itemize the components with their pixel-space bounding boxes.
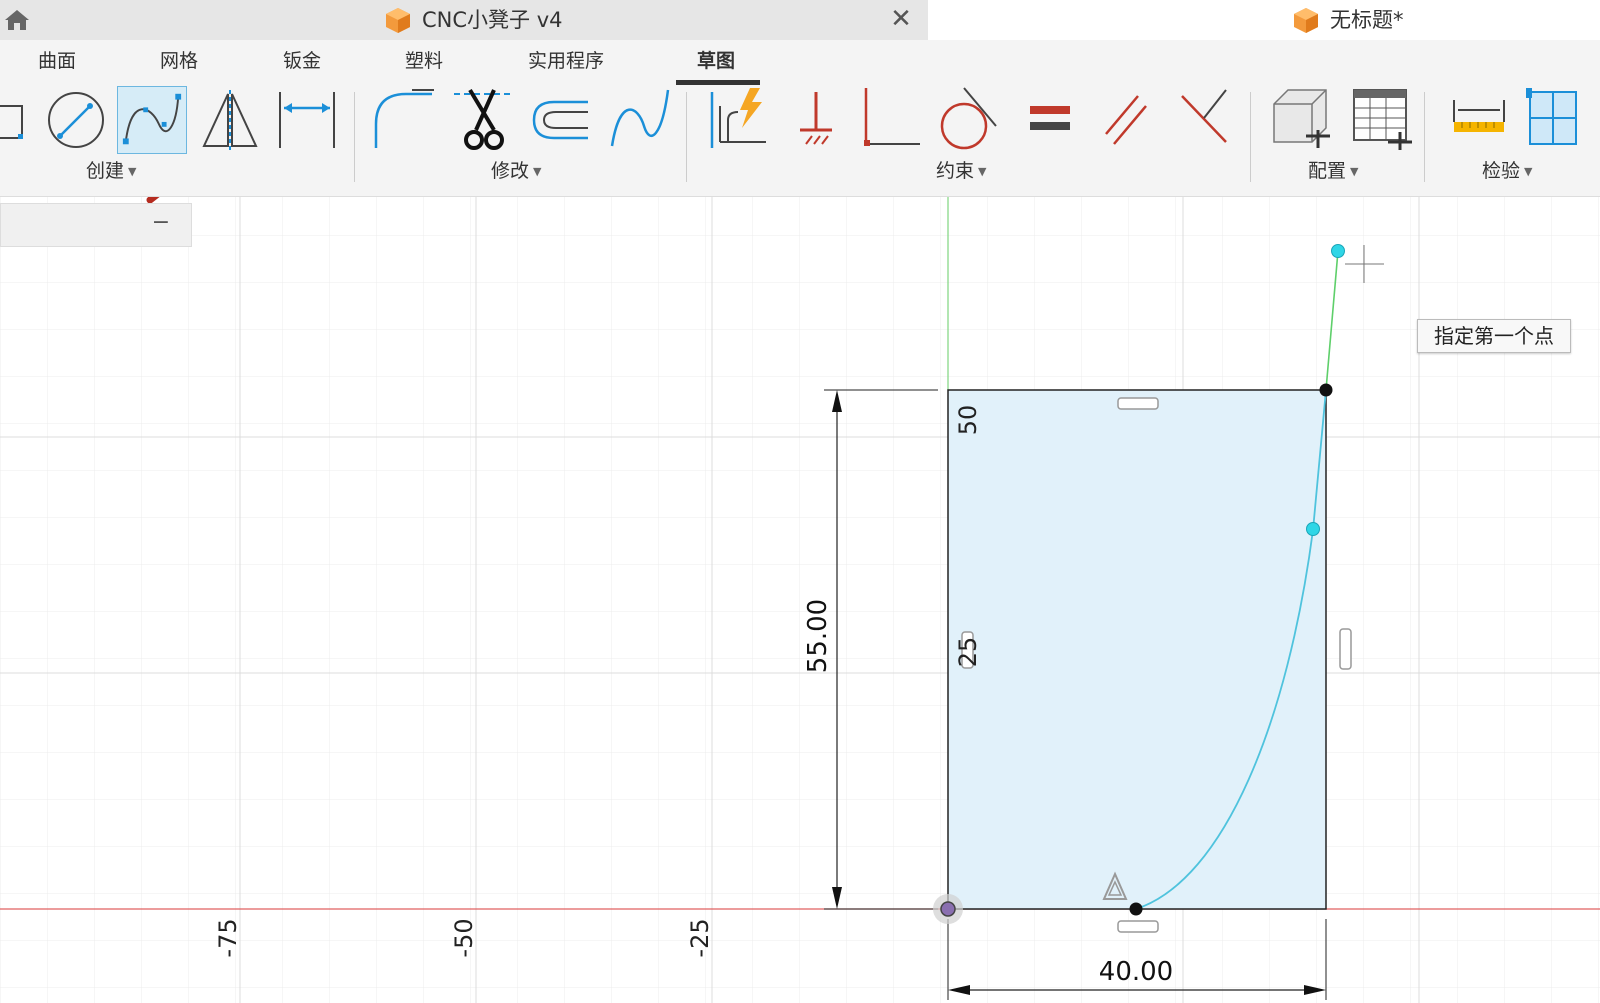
spline-control-point[interactable]	[1331, 244, 1345, 258]
project-curve-icon[interactable]	[610, 86, 670, 154]
section-analysis-icon[interactable]	[1526, 86, 1580, 154]
chevron-down-icon: ▼	[978, 164, 987, 178]
circle-tool-icon[interactable]	[42, 86, 106, 154]
sketch-point[interactable]	[1319, 383, 1333, 397]
separator	[354, 92, 355, 182]
box-parameters-icon[interactable]	[1270, 86, 1334, 154]
chevron-down-icon: ▼	[533, 164, 542, 178]
create-group-label[interactable]: 创建 ▼	[86, 158, 136, 184]
close-tab-icon[interactable]: ✕	[888, 4, 914, 34]
active-tab-indicator	[676, 80, 760, 85]
chevron-down-icon: ▼	[1350, 164, 1359, 178]
separator	[1250, 92, 1251, 182]
parallel-constraint-icon[interactable]	[1102, 86, 1150, 154]
tangent-constraint-icon[interactable]	[936, 86, 1000, 154]
spline-tool-icon[interactable]	[117, 86, 187, 154]
tab-sheet-metal[interactable]: 钣金	[283, 48, 321, 74]
equal-constraint-icon[interactable]	[1028, 86, 1072, 154]
sketch-point[interactable]	[1129, 902, 1143, 916]
spline-control-point[interactable]	[1306, 522, 1320, 536]
chevron-down-icon: ▼	[128, 164, 137, 178]
fillet-tool-icon[interactable]	[372, 86, 438, 154]
chevron-down-icon: ▼	[1524, 164, 1533, 178]
sketch-rectangle[interactable]	[947, 389, 1327, 910]
cube-icon	[1294, 8, 1318, 33]
origin-point[interactable]	[940, 901, 956, 917]
axis-tick-label: 50	[954, 405, 982, 436]
sketch-tooltip: 指定第一个点	[1417, 319, 1571, 353]
inspect-group-label[interactable]: 检验 ▼	[1482, 158, 1532, 184]
home-icon[interactable]	[4, 8, 30, 32]
configure-group-label[interactable]: 配置 ▼	[1308, 158, 1358, 184]
tab-sketch[interactable]: 草图	[697, 48, 735, 74]
width-dimension-value[interactable]: 40.00	[1099, 957, 1173, 987]
axis-tick-label: 25	[954, 637, 982, 668]
vertical-constraint-icon[interactable]	[1339, 628, 1352, 670]
tab-mesh[interactable]: 网格	[160, 48, 198, 74]
fix-constraint-icon[interactable]	[796, 86, 836, 154]
axis-tick-label: -25	[686, 918, 714, 957]
perpendicular-constraint-icon[interactable]	[858, 86, 922, 154]
separator	[686, 92, 687, 182]
trim-scissors-icon[interactable]	[452, 86, 514, 154]
auto-constrain-icon[interactable]	[704, 86, 768, 154]
active-document-title: CNC小凳子 v4	[422, 8, 563, 32]
midpoint-constraint-icon[interactable]	[1180, 86, 1230, 154]
tab-plastic[interactable]: 塑料	[405, 48, 443, 74]
cube-icon	[386, 8, 410, 33]
height-dimension-value[interactable]: 55.00	[803, 599, 833, 673]
axis-tick-label: -50	[450, 918, 478, 957]
sketch-canvas[interactable]: -75 -50 -25 50 25 55.00 40.00	[0, 197, 1600, 1003]
measure-ruler-icon[interactable]	[1450, 86, 1508, 154]
horizontal-constraint-icon[interactable]	[1117, 920, 1159, 933]
dimension-tool-icon[interactable]	[276, 86, 338, 154]
tab-utilities[interactable]: 实用程序	[528, 48, 604, 74]
offset-tool-icon[interactable]	[530, 86, 592, 154]
horizontal-constraint-icon[interactable]	[1117, 397, 1159, 410]
configure-table-icon[interactable]	[1350, 86, 1414, 154]
minimize-icon[interactable]: −	[150, 208, 172, 238]
axis-tick-label: -75	[214, 918, 242, 957]
title-bar: CNC小凳子 v4 ✕ 无标题*	[0, 0, 1600, 40]
modify-group-label[interactable]: 修改 ▼	[491, 158, 541, 184]
tab-surface[interactable]: 曲面	[38, 48, 76, 74]
rectangle-tool-icon[interactable]	[0, 86, 26, 154]
inactive-document-title[interactable]: 无标题*	[1330, 6, 1404, 34]
mirror-tool-icon[interactable]	[200, 86, 260, 154]
constraints-group-label[interactable]: 约束 ▼	[936, 158, 986, 184]
separator	[1424, 92, 1425, 182]
